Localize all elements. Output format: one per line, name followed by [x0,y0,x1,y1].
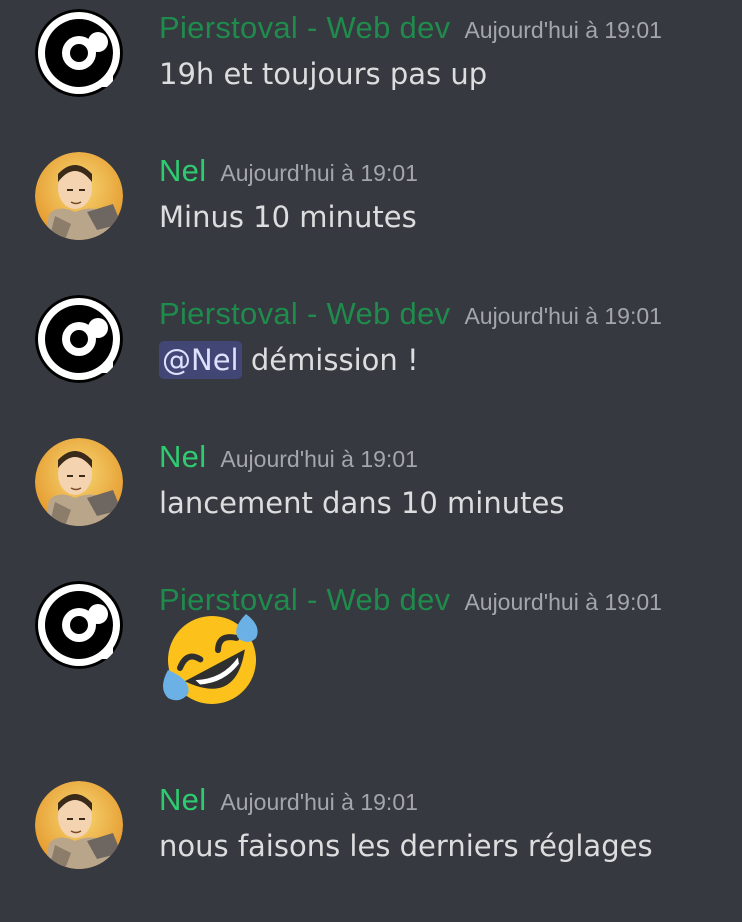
message-header: Pierstoval - Web dev Aujourd'hui à 19:01 [159,296,662,336]
message-content: @Nel démission ! [159,341,419,379]
timestamp: Aujourd'hui à 19:01 [220,446,418,472]
pierstoval-avatar[interactable] [35,295,123,383]
pierstoval-avatar[interactable] [35,9,123,97]
author-name[interactable]: Pierstoval - Web dev [159,296,450,331]
nel-avatar[interactable] [35,438,123,526]
nel-avatar[interactable] [35,781,123,869]
message-content: lancement dans 10 minutes [159,486,565,520]
author-name[interactable]: Pierstoval - Web dev [159,10,450,45]
message-text: démission ! [250,343,419,377]
timestamp: Aujourd'hui à 19:01 [220,789,418,815]
timestamp: Aujourd'hui à 19:01 [464,589,662,615]
message-content: nous faisons les derniers réglages [159,829,653,863]
message-content: 19h et toujours pas up [159,57,488,91]
pierstoval-avatar[interactable] [35,581,123,669]
message-header: Nel Aujourd'hui à 19:01 [159,782,418,822]
timestamp: Aujourd'hui à 19:01 [464,17,662,43]
message-content: Minus 10 minutes [159,200,417,234]
timestamp: Aujourd'hui à 19:01 [464,303,662,329]
author-name[interactable]: Nel [159,782,206,817]
rofl-emoji-icon[interactable] [158,612,266,704]
user-mention[interactable]: @Nel [159,341,242,379]
message: Pierstoval - Web dev Aujourd'hui à 19:01 … [0,0,742,100]
message: Nel Aujourd'hui à 19:01 nous faisons les … [0,772,742,872]
nel-avatar[interactable] [35,152,123,240]
author-name[interactable]: Nel [159,439,206,474]
message: Nel Aujourd'hui à 19:01 Minus 10 minutes [0,143,742,243]
message: Nel Aujourd'hui à 19:01 lancement dans 10… [0,429,742,529]
message: Pierstoval - Web dev Aujourd'hui à 19:01 … [0,286,742,386]
message-header: Pierstoval - Web dev Aujourd'hui à 19:01 [159,10,662,50]
message: Pierstoval - Web dev Aujourd'hui à 19:01 [0,572,742,732]
message-header: Nel Aujourd'hui à 19:01 [159,153,418,193]
author-name[interactable]: Nel [159,153,206,188]
message-header: Nel Aujourd'hui à 19:01 [159,439,418,479]
timestamp: Aujourd'hui à 19:01 [220,160,418,186]
